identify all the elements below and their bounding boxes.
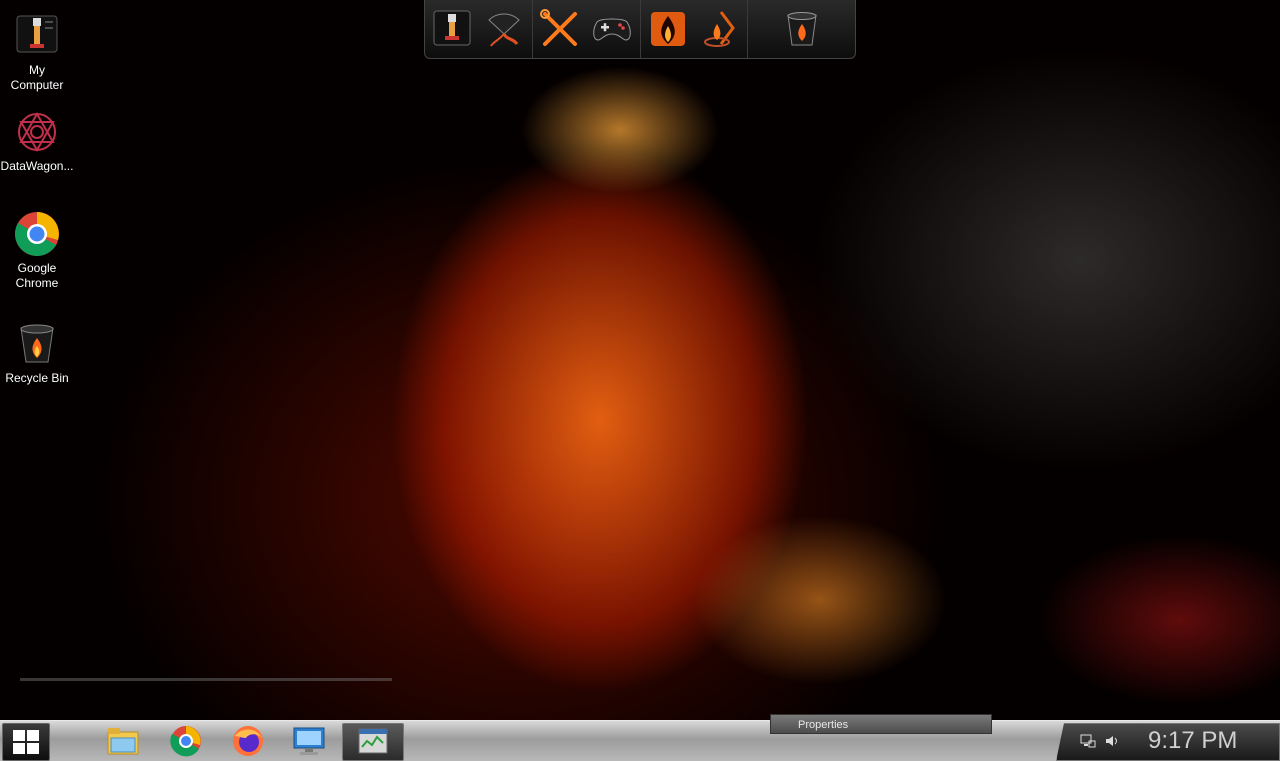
file-explorer-icon[interactable] [105,724,141,758]
gamepad-icon[interactable] [591,8,633,50]
taskbar: 9:17 PM [0,720,1280,761]
firefox-icon[interactable] [230,724,266,758]
chrome-icon [15,212,59,256]
chrome-icon[interactable] [168,724,204,758]
network-icon[interactable] [483,8,525,50]
start-button[interactable] [2,723,50,761]
volume-icon[interactable] [1104,733,1120,749]
desktop-icon-label: Chrome [15,276,59,290]
dock-group [641,0,749,58]
my-computer-icon [16,15,58,53]
datawagon-icon [18,111,56,153]
recycle-bin-icon [20,324,54,363]
desktop-icon-datawagon[interactable]: DataWagon... [0,108,74,174]
top-dock [424,0,856,59]
desktop-icon-recycle-bin[interactable]: Recycle Bin [0,320,74,386]
fire-app-icon[interactable] [647,8,689,50]
flame-lamp-icon[interactable] [699,8,741,50]
desktop-wallpaper [0,0,1280,720]
desktop-icon-label: Recycle Bin [5,371,69,385]
desktop-icon-label: My [29,63,45,77]
remote-desktop-icon[interactable] [291,724,327,758]
computer-icon[interactable] [431,8,473,50]
clock[interactable]: 9:17 PM [1148,721,1237,761]
desktop-icon-label: DataWagon... [0,159,74,173]
desktop-icon-google-chrome[interactable]: Google Chrome [0,210,74,291]
properties-tooltip: Properties [770,714,992,734]
taskbar-active-window[interactable] [342,723,404,761]
tools-icon[interactable] [539,8,581,50]
recycle-bin-icon[interactable] [781,8,823,50]
desktop-icon-label: Google [17,261,57,275]
desktop-icon-label: Computer [10,78,64,92]
desktop-icon-my-computer[interactable]: My Computer [0,12,74,93]
task-manager-icon [358,728,388,754]
desktop-divider [20,678,392,681]
dock-group [533,0,641,58]
network-status-icon[interactable] [1080,733,1096,749]
dock-group [748,0,855,58]
dock-group [425,0,533,58]
windows-logo-icon [13,730,39,754]
